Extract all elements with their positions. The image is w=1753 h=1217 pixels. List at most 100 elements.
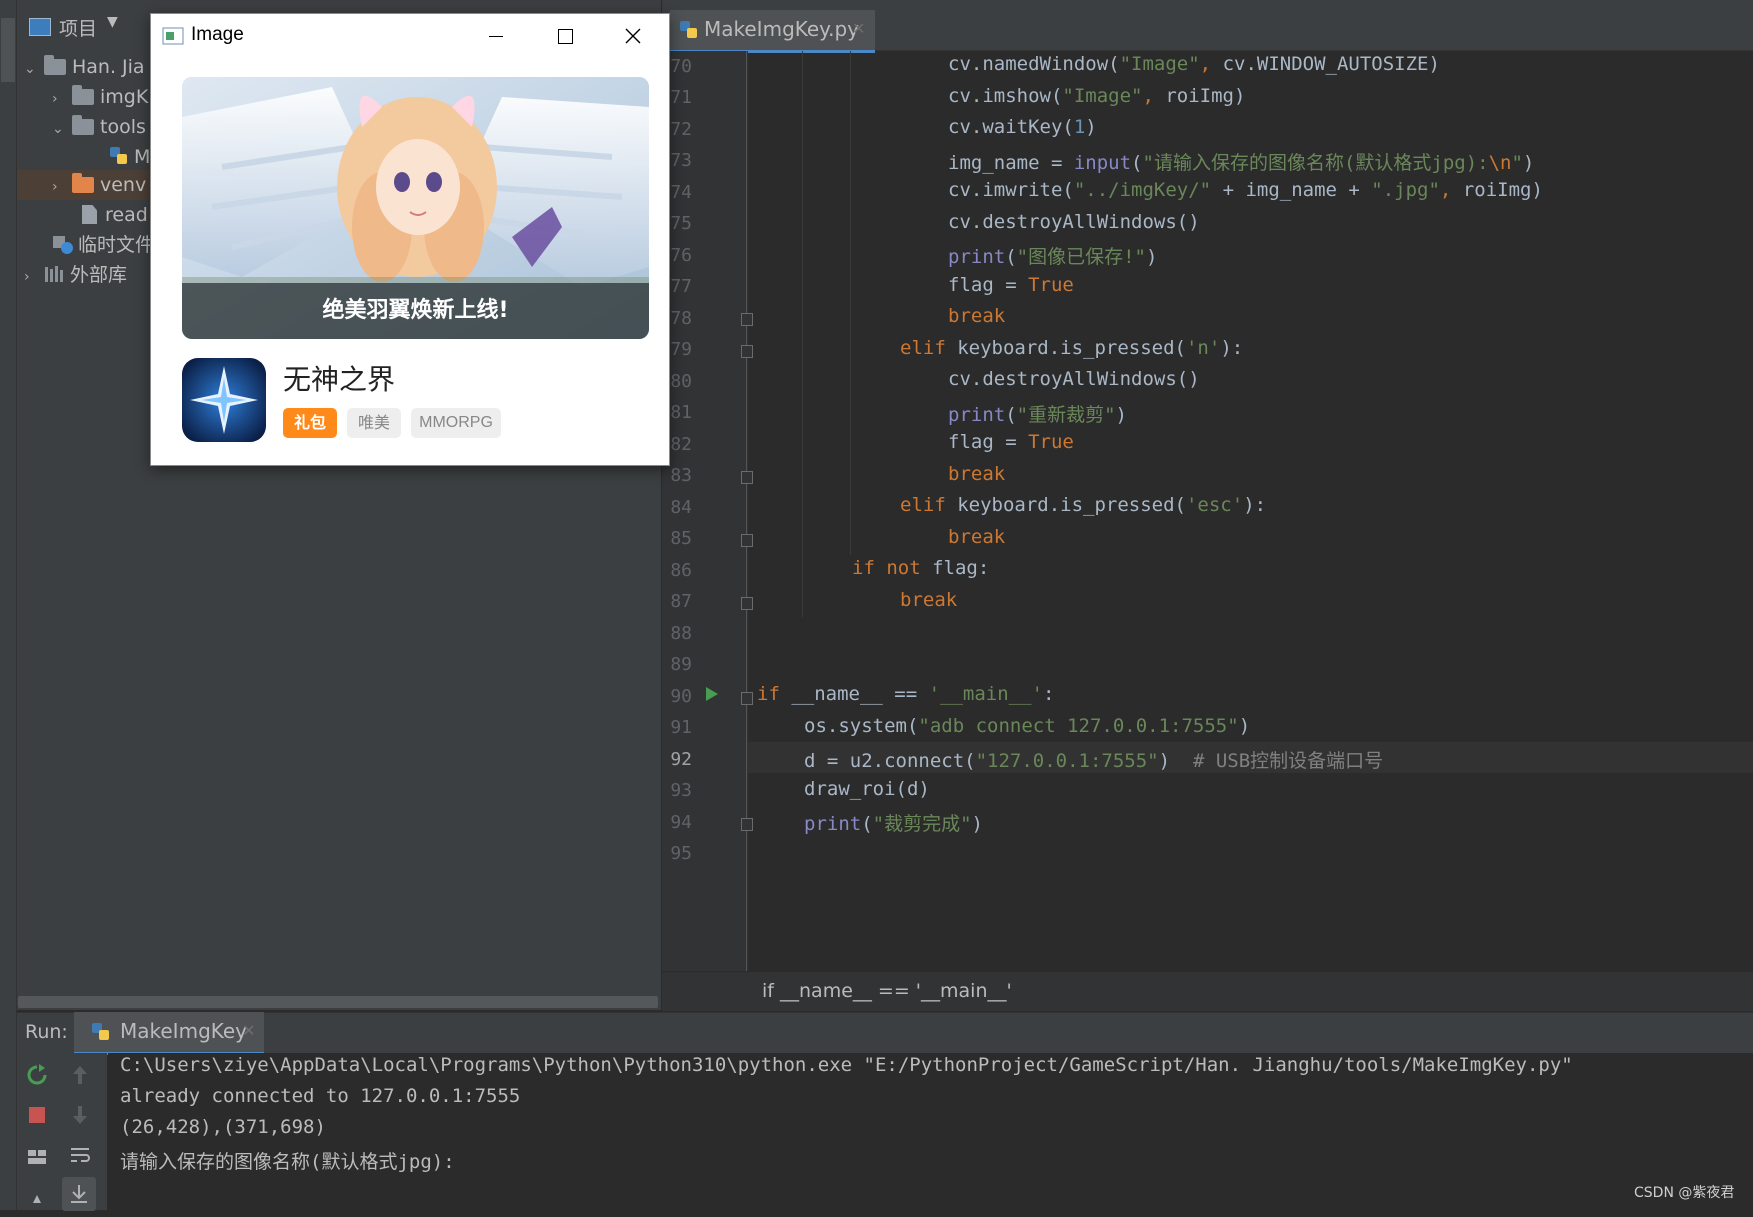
- tree-item-label: 临时文件: [78, 234, 155, 256]
- python-icon: [92, 1023, 109, 1040]
- fold-marker-icon[interactable]: [741, 471, 753, 484]
- line-number: 89: [670, 654, 692, 675]
- line-number: 91: [670, 717, 692, 738]
- tree-item-makeimgkey[interactable]: M: [108, 142, 150, 172]
- star-crest-icon: [182, 358, 266, 442]
- tag-mmorpg: MMORPG: [411, 408, 501, 438]
- layout-icon[interactable]: [25, 1145, 49, 1169]
- code-line-84: elif keyboard.is_pressed('esc'):: [900, 494, 1267, 516]
- python-file-icon: [110, 147, 127, 164]
- code-line-81: print("重新裁剪"): [948, 404, 1127, 426]
- code-line-91: os.system("adb connect 127.0.0.1:7555"): [804, 715, 1251, 737]
- chevron-down-icon: ⌄: [24, 61, 36, 77]
- code-line-86: if not flag:: [852, 557, 990, 579]
- code-line-75: cv.destroyAllWindows(): [948, 211, 1200, 233]
- chevron-right-icon: ›: [52, 91, 58, 107]
- arrow-up-icon[interactable]: [68, 1063, 92, 1087]
- code-line-87: break: [900, 589, 958, 611]
- soft-wrap-icon[interactable]: [68, 1143, 92, 1167]
- tree-item-label: read: [105, 204, 148, 226]
- fold-guide: [746, 51, 747, 971]
- indent-guide: [802, 51, 803, 617]
- code-line-74: cv.imwrite("../imgKey/" + img_name + ".j…: [948, 179, 1543, 201]
- fold-marker-icon[interactable]: [741, 345, 753, 358]
- rerun-icon[interactable]: [25, 1063, 49, 1087]
- tool-window-strip: 项目: [0, 0, 17, 1210]
- chevron-down-icon[interactable]: ▼: [107, 14, 118, 30]
- code-line-73: img_name = input("请输入保存的图像名称(默认格式jpg):\n…: [948, 152, 1535, 174]
- tree-item-label: venv: [100, 174, 147, 196]
- tree-item-label: M: [134, 146, 151, 168]
- run-toolbar: [17, 1053, 107, 1211]
- code-line-83: break: [948, 463, 1006, 485]
- console-output[interactable]: C:\Users\ziye\AppData\Local\Programs\Pyt…: [108, 1053, 1753, 1210]
- run-panel-label: Run:: [25, 1021, 68, 1043]
- fold-marker-icon[interactable]: [741, 597, 753, 610]
- run-tab-makeimgkey[interactable]: MakeImgKey ✕: [74, 1012, 264, 1055]
- image-window[interactable]: Image 绝美羽翼焕新上线! 无神之界 礼包 唯美 MMORPG: [150, 13, 670, 466]
- maximize-icon: [558, 29, 573, 44]
- code-line-78: break: [948, 305, 1006, 327]
- editor-tab-label: MakeImgKey.py: [704, 17, 860, 41]
- code-line-92: d = u2.connect("127.0.0.1:7555") # USB控制…: [804, 750, 1384, 772]
- file-icon: [82, 205, 97, 224]
- close-icon[interactable]: ✕: [242, 1012, 255, 1050]
- horizontal-scrollbar[interactable]: [18, 996, 658, 1008]
- pin-icon[interactable]: [25, 1193, 49, 1217]
- tree-item-root[interactable]: ⌄ Han. Jia: [24, 52, 145, 82]
- breadcrumb-item[interactable]: if __name__ == '__main__': [762, 980, 1012, 1002]
- fold-marker-icon[interactable]: [741, 692, 753, 705]
- chevron-right-icon: ›: [24, 269, 30, 285]
- tree-item-label: tools: [100, 116, 146, 138]
- console-line: already connected to 127.0.0.1:7555: [120, 1085, 521, 1107]
- fold-marker-icon[interactable]: [741, 534, 753, 547]
- scroll-to-end-button[interactable]: [62, 1177, 96, 1211]
- code-line-85: break: [948, 526, 1006, 548]
- code-line-76: print("图像已保存!"): [948, 246, 1158, 268]
- code-line-90: if __name__ == '__main__':: [757, 683, 1055, 705]
- folder-orange-icon: [72, 173, 94, 193]
- close-icon[interactable]: ✕: [852, 10, 865, 48]
- run-tab-label: MakeImgKey: [120, 1019, 248, 1043]
- breadcrumb: if __name__ == '__main__': [662, 972, 1753, 1011]
- chevron-right-icon: ›: [52, 179, 58, 195]
- chevron-down-icon: ⌄: [52, 121, 64, 137]
- scratches-icon: [53, 236, 73, 254]
- line-number: 90: [670, 686, 692, 707]
- game-banner-image: 绝美羽翼焕新上线!: [182, 77, 649, 339]
- fold-marker-icon[interactable]: [741, 313, 753, 326]
- tree-item-imgkey[interactable]: › imgK: [52, 82, 148, 112]
- line-number: 88: [670, 623, 692, 644]
- line-number-gutter: 70 71 72 73 74 75 76 77 78 79 80 81 82 8…: [662, 51, 748, 971]
- image-window-icon: [162, 27, 184, 45]
- tree-item-external-libraries[interactable]: › 外部库: [24, 260, 127, 290]
- close-button[interactable]: [599, 14, 667, 58]
- console-line: 请输入保存的图像名称(默认格式jpg):: [120, 1151, 455, 1173]
- indent-guide: [850, 51, 851, 555]
- tree-item-label: imgK: [100, 86, 149, 108]
- stop-icon[interactable]: [25, 1103, 49, 1127]
- python-file-icon: [680, 21, 697, 38]
- tree-item-readme[interactable]: read: [82, 200, 148, 230]
- project-side-tab[interactable]: 项目: [1, 18, 15, 82]
- console-line: (26,428),(371,698): [120, 1116, 326, 1138]
- game-title: 无神之界: [283, 363, 396, 396]
- window-title: Image: [191, 24, 244, 45]
- line-number: 84: [670, 497, 692, 518]
- folder-icon: [72, 115, 94, 135]
- run-gutter-icon[interactable]: [706, 687, 718, 701]
- arrow-down-icon[interactable]: [68, 1103, 92, 1127]
- project-panel-title[interactable]: 项目: [59, 14, 97, 41]
- fold-marker-icon[interactable]: [741, 818, 753, 831]
- editor-tab-makeimgkey[interactable]: MakeImgKey.py ✕: [670, 10, 875, 53]
- maximize-button[interactable]: [531, 14, 599, 58]
- tree-item-label: 外部库: [70, 264, 128, 286]
- tree-item-tools[interactable]: ⌄ tools: [52, 112, 146, 142]
- code-line-94: print("裁剪完成"): [804, 813, 983, 835]
- minimize-button[interactable]: [461, 14, 529, 58]
- code-line-71: cv.imshow("Image", roiImg): [948, 85, 1246, 107]
- line-number: 94: [670, 812, 692, 833]
- folder-icon: [72, 85, 94, 105]
- tree-item-scratches[interactable]: 临时文件: [52, 230, 154, 260]
- folder-icon: [44, 55, 66, 75]
